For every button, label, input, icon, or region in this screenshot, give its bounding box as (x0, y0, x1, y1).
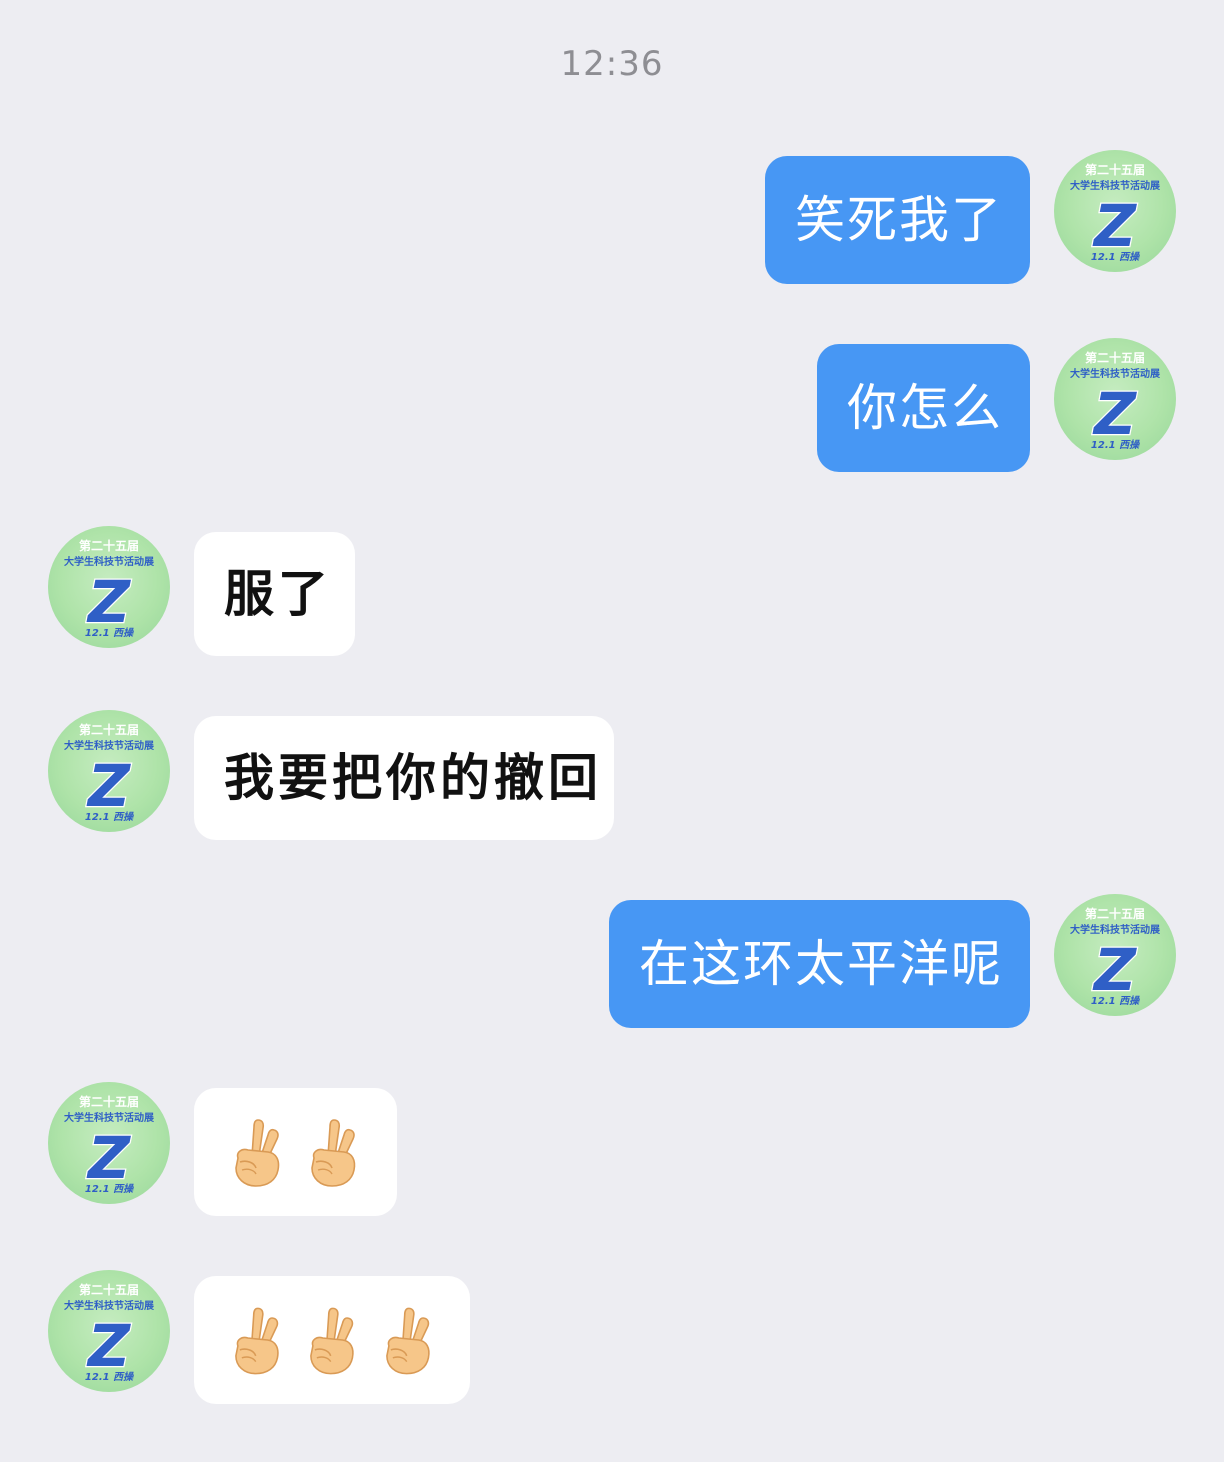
avatar-subtitle-text: 大学生科技节活动展 (64, 739, 154, 752)
avatar-letter: Z (1092, 380, 1137, 448)
avatar-artwork: 第二十五届大学生科技节活动展Z12.1 西操 (1070, 350, 1160, 451)
avatar-title-text: 第二十五届 (1085, 350, 1145, 365)
avatar-artwork: 第二十五届大学生科技节活动展Z12.1 西操 (1070, 906, 1160, 1007)
avatar-subtitle-text: 大学生科技节活动展 (1070, 367, 1160, 380)
avatar-subtitle-text: 大学生科技节活动展 (1070, 179, 1160, 192)
avatar-letter: Z (1092, 936, 1137, 1004)
avatar-artwork: 第二十五届大学生科技节活动展Z12.1 西操 (1070, 162, 1160, 263)
contact-avatar[interactable]: 第二十五届大学生科技节活动展 Z 12.1 西操 (48, 710, 170, 832)
incoming-emoji-bubble[interactable] (194, 1276, 470, 1404)
contact-avatar[interactable]: 第二十五届大学生科技节活动展 Z 12.1 西操 (48, 1270, 170, 1392)
sender-avatar[interactable]: 第二十五届大学生科技节活动展 Z 12.1 西操 (1054, 150, 1176, 272)
avatar-title-text: 第二十五届 (1085, 906, 1145, 921)
victory-hand-icon (310, 1307, 355, 1375)
sender-avatar[interactable]: 第二十五届大学生科技节活动展 Z 12.1 西操 (1054, 338, 1176, 460)
avatar-subtitle-text: 大学生科技节活动展 (64, 1111, 154, 1124)
victory-hand-icon (385, 1307, 430, 1375)
avatar-footer-text: 12.1 西操 (85, 627, 134, 639)
incoming-message-bubble[interactable]: 我要把你的撤回 (194, 716, 614, 840)
message-text: 笑死我了 (795, 191, 1003, 249)
victory-hand-icon (311, 1119, 356, 1187)
message-text: 在这环太平洋呢 (639, 935, 1003, 993)
avatar-title-text: 第二十五届 (79, 722, 139, 737)
message-timestamp: 12:36 (560, 44, 664, 84)
message-text: 我要把你的撤回 (224, 748, 602, 807)
contact-avatar[interactable]: 第二十五届大学生科技节活动展 Z 12.1 西操 (48, 1082, 170, 1204)
avatar-title-text: 第二十五届 (79, 538, 139, 553)
avatar-footer-text: 12.1 西操 (85, 1183, 134, 1195)
avatar-subtitle-text: 大学生科技节活动展 (1070, 923, 1160, 936)
avatar-subtitle-text: 大学生科技节活动展 (64, 555, 154, 568)
victory-hand-icon (235, 1307, 279, 1375)
avatar-letter: Z (86, 568, 131, 636)
avatar-artwork: 第二十五届大学生科技节活动展Z12.1 西操 (64, 538, 154, 639)
avatar-title-text: 第二十五届 (79, 1282, 139, 1297)
sender-avatar[interactable]: 第二十五届大学生科技节活动展 Z 12.1 西操 (1054, 894, 1176, 1016)
avatar-footer-text: 12.1 西操 (1091, 995, 1140, 1007)
outgoing-message-bubble[interactable]: 笑死我了 (765, 156, 1030, 284)
contact-avatar[interactable]: 第二十五届大学生科技节活动展 Z 12.1 西操 (48, 526, 170, 648)
avatar-footer-text: 12.1 西操 (1091, 251, 1140, 263)
incoming-emoji-bubble[interactable] (194, 1088, 397, 1216)
avatar-letter: Z (86, 1312, 131, 1380)
avatar-artwork: 第二十五届大学生科技节活动展Z12.1 西操 (64, 722, 154, 823)
avatar-artwork: 第二十五届大学生科技节活动展Z12.1 西操 (64, 1094, 154, 1195)
avatar-artwork: 第二十五届大学生科技节活动展Z12.1 西操 (64, 1282, 154, 1383)
avatar-letter: Z (86, 752, 131, 820)
avatar-title-text: 第二十五届 (79, 1094, 139, 1109)
outgoing-message-bubble[interactable]: 在这环太平洋呢 (609, 900, 1030, 1028)
avatar-footer-text: 12.1 西操 (85, 1371, 134, 1383)
incoming-message-bubble[interactable]: 服了 (194, 532, 355, 656)
victory-hand-icon (235, 1119, 280, 1187)
avatar-title-text: 第二十五届 (1085, 162, 1145, 177)
outgoing-message-bubble[interactable]: 你怎么 (817, 344, 1030, 472)
avatar-letter: Z (1092, 192, 1137, 260)
avatar-letter: Z (86, 1124, 131, 1192)
avatar-footer-text: 12.1 西操 (1091, 439, 1140, 451)
message-text: 你怎么 (847, 379, 1003, 437)
avatar-subtitle-text: 大学生科技节活动展 (64, 1299, 154, 1312)
avatar-footer-text: 12.1 西操 (85, 811, 134, 823)
message-text: 服了 (224, 564, 332, 623)
